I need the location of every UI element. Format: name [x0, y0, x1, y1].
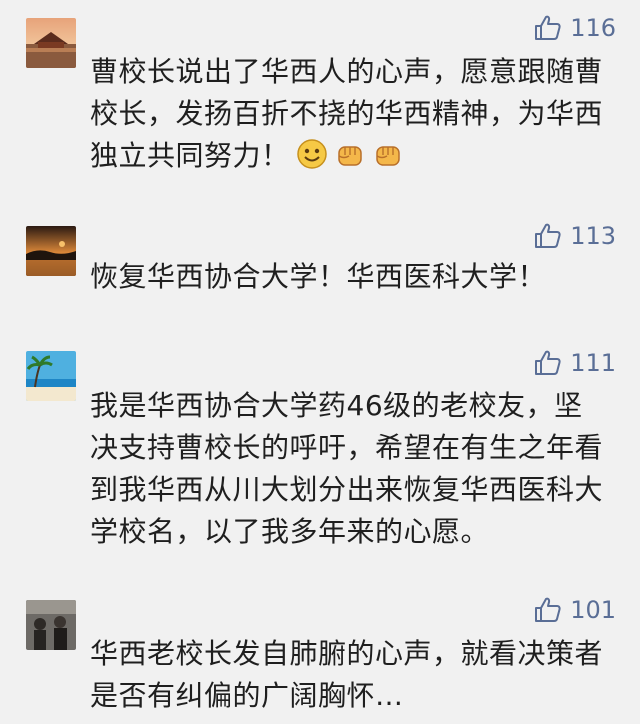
thumbs-up-icon	[534, 14, 562, 42]
like-count: 113	[570, 222, 616, 250]
like-count: 101	[570, 596, 616, 624]
fist-emoji-icon	[334, 138, 366, 170]
comment-item: 111 我是华西协合大学药46级的老校友，坚决支持曹校长的呼吁，希望在有生之年看…	[0, 345, 640, 560]
smile-emoji-icon	[296, 138, 328, 170]
like-count: 111	[570, 349, 616, 377]
avatar[interactable]	[26, 226, 76, 276]
thumbs-up-icon	[534, 596, 562, 624]
like-button[interactable]: 116	[534, 14, 616, 42]
comment-text: 恢复华西协合大学！华西医科大学！	[90, 260, 547, 293]
like-button[interactable]: 101	[534, 596, 616, 624]
comment-text: 曹校长说出了华西人的心声，愿意跟随曹校长，发扬百折不挠的华西精神，为华西独立共同…	[90, 55, 604, 172]
comment-text: 华西老校长发自肺腑的心声，就看决策者是否有纠偏的广阔胸怀…	[90, 637, 604, 712]
thumbs-up-icon	[534, 349, 562, 377]
comment-item: 116 曹校长说出了华西人的心声，愿意跟随曹校长，发扬百折不挠的华西精神，为华西…	[0, 0, 640, 200]
avatar[interactable]	[26, 18, 76, 68]
like-button[interactable]: 113	[534, 222, 616, 250]
fist-emoji-icon	[372, 138, 404, 170]
comment-list: 116 曹校长说出了华西人的心声，愿意跟随曹校长，发扬百折不挠的华西精神，为华西…	[0, 0, 640, 724]
avatar[interactable]	[26, 600, 76, 650]
like-button[interactable]: 111	[534, 349, 616, 377]
comment-item: 101 华西老校长发自肺腑的心声，就看决策者是否有纠偏的广阔胸怀…	[0, 592, 640, 724]
like-count: 116	[570, 14, 616, 42]
comment-text: 我是华西协合大学药46级的老校友，坚决支持曹校长的呼吁，希望在有生之年看到我华西…	[90, 389, 604, 548]
thumbs-up-icon	[534, 222, 562, 250]
avatar[interactable]	[26, 351, 76, 401]
comment-item: 113 恢复华西协合大学！华西医科大学！	[0, 218, 640, 328]
